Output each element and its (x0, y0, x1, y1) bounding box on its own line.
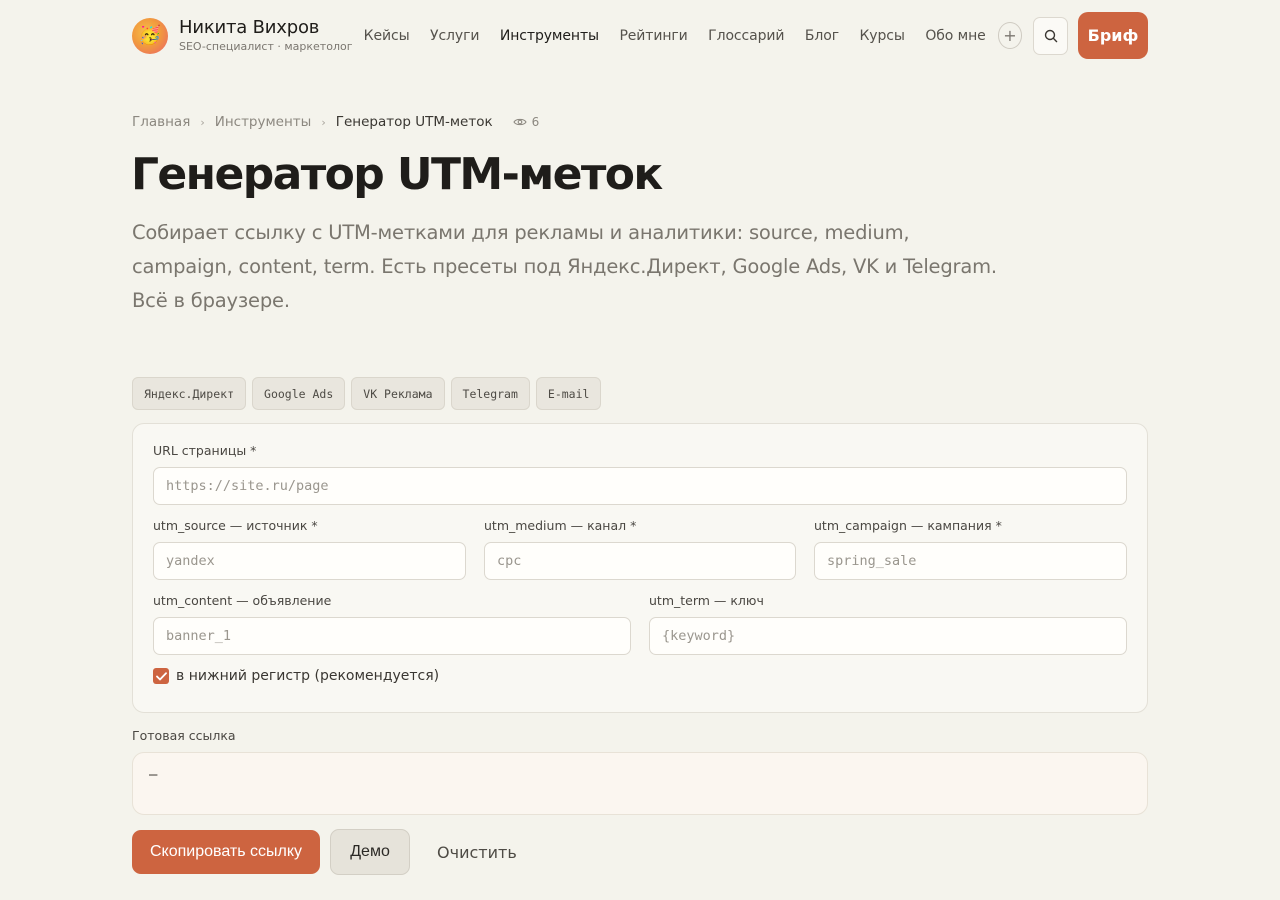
utm-form: URL страницы * utm_source — источник * u… (132, 423, 1148, 713)
nav-item-courses[interactable]: Курсы (859, 28, 904, 44)
more-nav-button[interactable]: + (997, 22, 1023, 49)
site-header: 🥳 Никита Вихров SEO-специалист · маркето… (132, 12, 1148, 59)
search-button[interactable] (1033, 16, 1069, 55)
preset-telegram[interactable]: Telegram (450, 377, 530, 410)
nav-item-tools[interactable]: Инструменты (500, 28, 599, 44)
nav-item-about[interactable]: Обо мне (925, 28, 985, 44)
utm-content-input[interactable] (153, 617, 631, 655)
nav-item-blog[interactable]: Блог (805, 28, 839, 44)
result-label: Готовая ссылка (132, 728, 236, 743)
preset-list: Яндекс.Директ Google Ads VK Реклама Tele… (132, 377, 607, 410)
preset-yandex-direct[interactable]: Яндекс.Директ (132, 377, 247, 410)
result-output[interactable]: — (132, 752, 1148, 815)
plus-icon: + (1003, 26, 1017, 45)
lowercase-checkbox[interactable] (153, 668, 169, 684)
url-label: URL страницы * (153, 443, 257, 458)
copy-link-button[interactable]: Скопировать ссылку (132, 830, 321, 874)
breadcrumb-tools[interactable]: Инструменты (215, 114, 312, 130)
result-value: — (149, 767, 158, 783)
page-description: Собирает ссылку с UTM-метками для реклам… (132, 221, 997, 312)
page-title: Генератор UTM-меток (131, 149, 663, 200)
preset-vk-ads[interactable]: VK Реклама (351, 377, 445, 410)
brand-text: Никита Вихров SEO-специалист · маркетоло… (179, 17, 353, 54)
breadcrumb-separator: › (200, 115, 205, 129)
brand-subtitle: SEO-специалист · маркетолог (179, 40, 353, 53)
utm-medium-input[interactable] (484, 542, 796, 580)
nav-item-glossary[interactable]: Глоссарий (708, 28, 784, 44)
utm-campaign-label: utm_campaign — кампания * (814, 518, 1002, 533)
preset-email[interactable]: E-mail (535, 377, 602, 410)
view-count-value: 6 (531, 115, 540, 129)
clear-button[interactable]: Очистить (437, 843, 517, 862)
eye-icon (513, 118, 527, 126)
utm-content-label: utm_content — объявление (153, 593, 332, 608)
avatar: 🥳 (132, 17, 168, 54)
brief-button[interactable]: Бриф (1078, 12, 1148, 59)
breadcrumb-separator: › (321, 115, 326, 129)
brand-name: Никита Вихров (179, 17, 320, 38)
nav-item-ratings[interactable]: Рейтинги (619, 28, 687, 44)
demo-button[interactable]: Демо (330, 829, 411, 875)
lowercase-label[interactable]: в нижний регистр (рекомендуется) (176, 668, 439, 684)
utm-term-label: utm_term — ключ (649, 593, 764, 608)
lowercase-option[interactable]: в нижний регистр (рекомендуется) (153, 668, 439, 684)
checkmark-icon (155, 671, 167, 680)
brand[interactable]: 🥳 Никита Вихров SEO-специалист · маркето… (132, 17, 364, 54)
utm-medium-label: utm_medium — канал * (484, 518, 637, 533)
nav-item-cases[interactable]: Кейсы (364, 28, 410, 44)
url-input[interactable] (153, 467, 1127, 505)
utm-term-input[interactable] (649, 617, 1127, 655)
utm-source-label: utm_source — источник * (153, 518, 318, 533)
party-face-icon: 🥳 (138, 24, 162, 46)
utm-source-input[interactable] (153, 542, 466, 580)
action-bar: Скопировать ссылку Демо Очистить (132, 829, 517, 875)
main-nav: Кейсы Услуги Инструменты Рейтинги Глосса… (364, 28, 998, 44)
breadcrumb-home[interactable]: Главная (132, 114, 190, 130)
preset-google-ads[interactable]: Google Ads (252, 377, 346, 410)
search-icon (1044, 29, 1058, 42)
nav-item-services[interactable]: Услуги (430, 28, 479, 44)
breadcrumb-current: Генератор UTM-меток (335, 114, 493, 130)
utm-campaign-input[interactable] (814, 542, 1127, 580)
breadcrumb: Главная › Инструменты › Генератор UTM-ме… (132, 113, 539, 131)
view-count: 6 (513, 115, 540, 129)
